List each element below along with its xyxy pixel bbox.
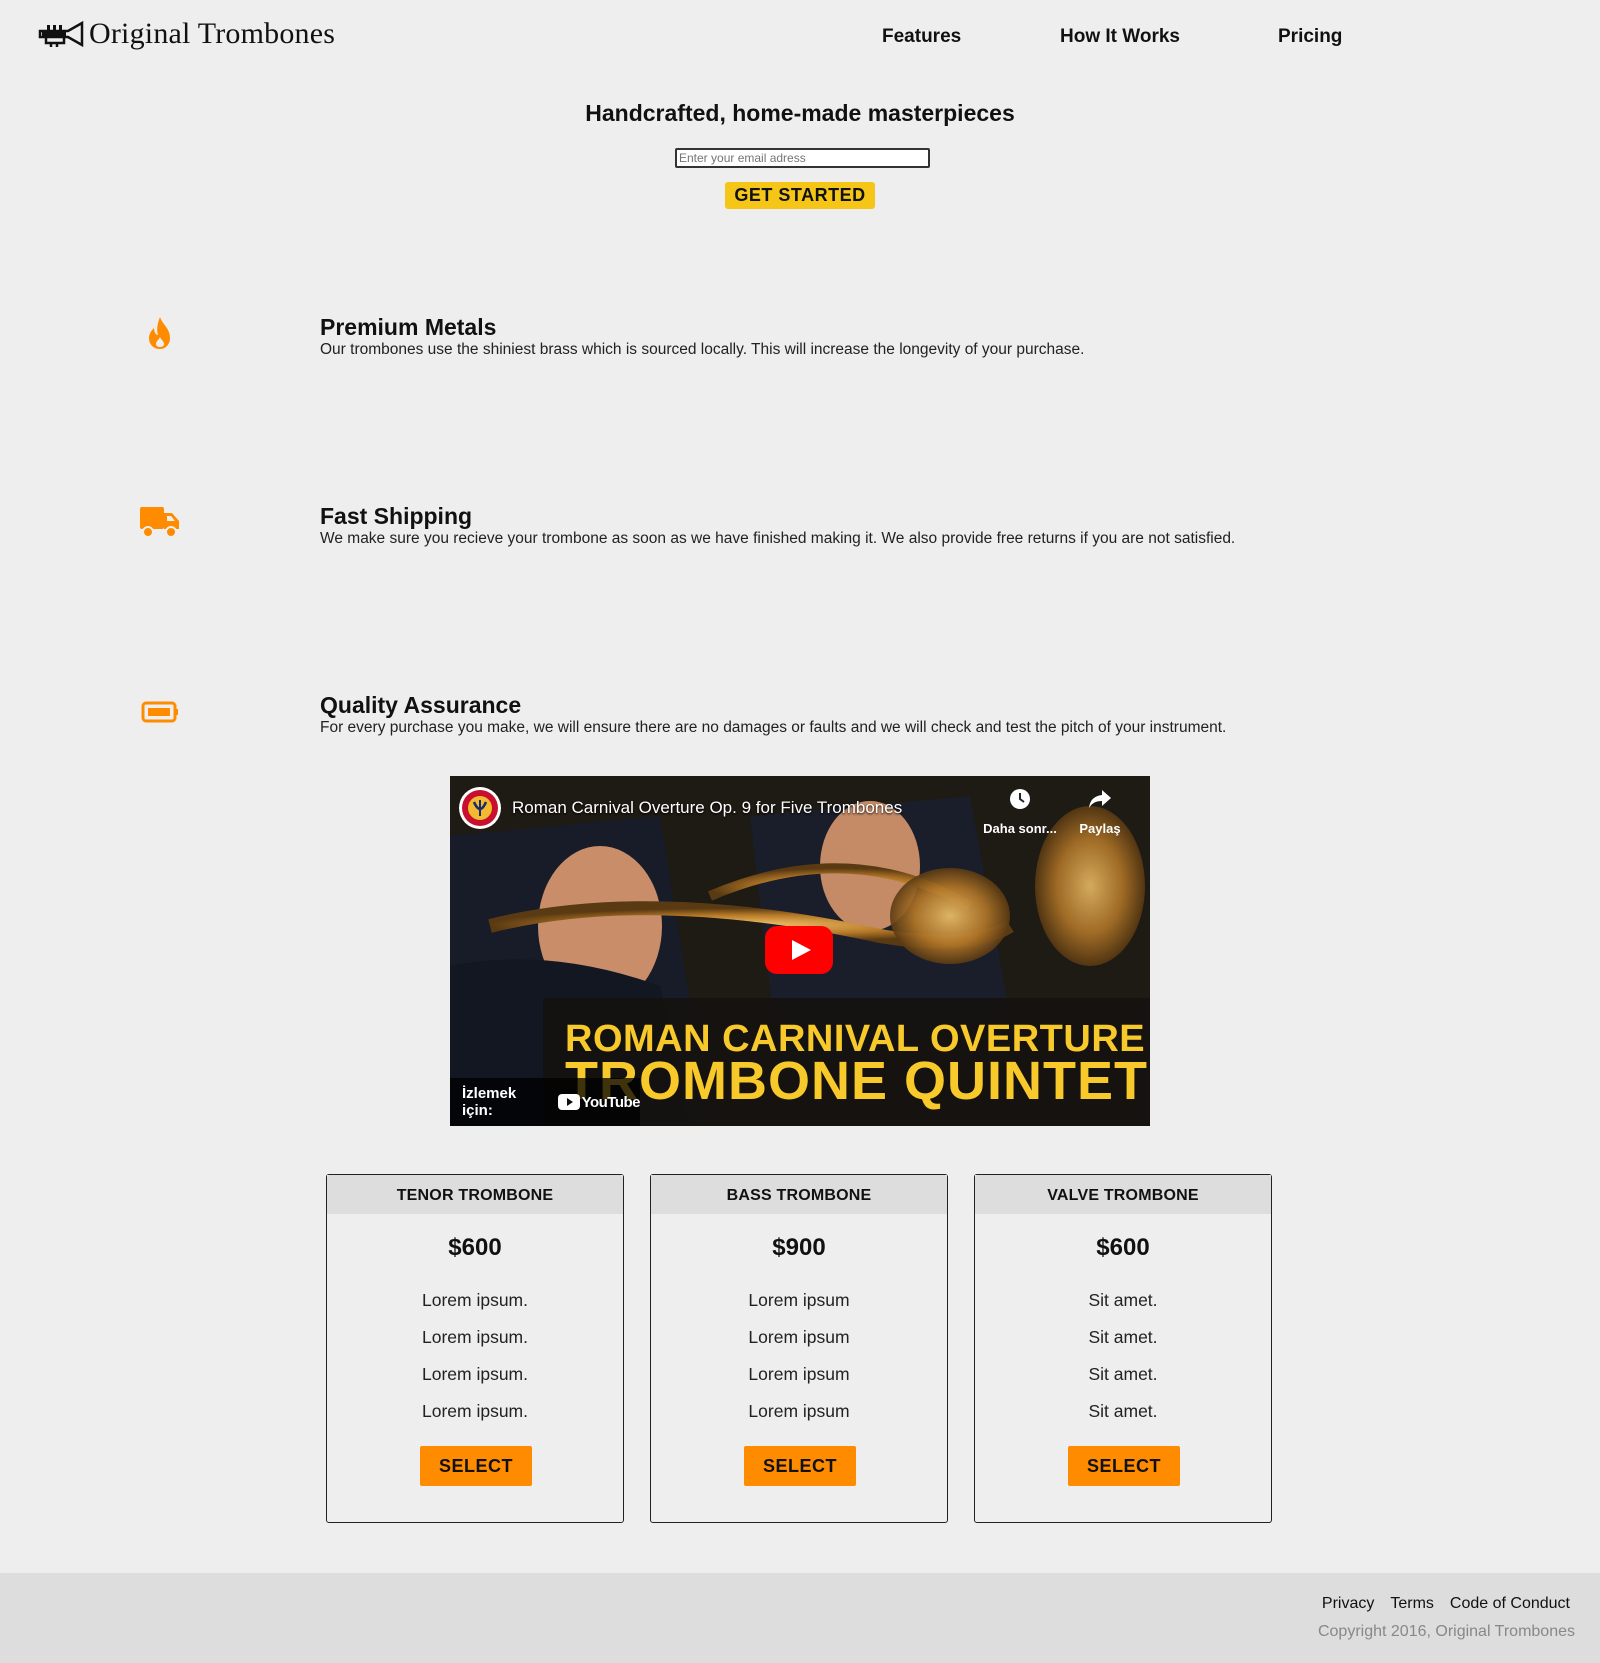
list-item: Sit amet.: [1088, 1290, 1158, 1310]
list-item: Lorem ipsum.: [421, 1401, 528, 1421]
copyright-text: Copyright 2016, Original Trombones: [1317, 1623, 1575, 1640]
nav-link-pricing[interactable]: Pricing: [1278, 26, 1342, 48]
select-button-tenor[interactable]: SELECT: [420, 1446, 532, 1486]
list-item: Sit amet.: [1088, 1401, 1158, 1421]
share-icon: [1089, 790, 1111, 808]
watch-later-button[interactable]: Daha sonr...: [980, 788, 1060, 836]
card-feature-list: Lorem ipsum Lorem ipsum Lorem ipsum Lore…: [651, 1282, 947, 1430]
list-item: Lorem ipsum.: [421, 1290, 528, 1310]
feature-description: We make sure you recieve your trombone a…: [320, 530, 1236, 547]
battery-icon: [141, 701, 178, 723]
share-button[interactable]: Paylaş: [1070, 788, 1130, 836]
youtube-logo-text: YouTube: [581, 1093, 641, 1111]
card-feature-list: Lorem ipsum. Lorem ipsum. Lorem ipsum. L…: [327, 1282, 623, 1430]
list-item: Sit amet.: [1088, 1364, 1158, 1384]
feature-description: For every purchase you make, we will ens…: [320, 719, 1227, 736]
list-item: Lorem ipsum: [748, 1401, 850, 1421]
hero-title: Handcrafted, home-made masterpieces: [585, 100, 1015, 126]
footer-link-privacy[interactable]: Privacy: [1322, 1595, 1374, 1613]
list-item: Lorem ipsum.: [421, 1364, 528, 1384]
feature-title: Premium Metals: [320, 314, 497, 340]
nav-link-how-it-works[interactable]: How It Works: [1060, 26, 1180, 48]
banner-line-2: TROMBONE QUINTET: [565, 1051, 1148, 1111]
feature-title: Fast Shipping: [320, 503, 473, 529]
site-footer: Privacy Terms Code of Conduct Copyright …: [0, 1573, 1600, 1663]
footer-link-terms[interactable]: Terms: [1390, 1595, 1434, 1613]
video-embed[interactable]: Roman Carnival Overture Op. 9 for Five T…: [450, 776, 1150, 1126]
list-item: Sit amet.: [1088, 1327, 1158, 1347]
email-input[interactable]: [675, 148, 930, 168]
video-title[interactable]: Roman Carnival Overture Op. 9 for Five T…: [512, 798, 902, 818]
feature-description: Our trombones use the shiniest brass whi…: [320, 341, 1085, 358]
feature-quality-assurance: Quality Assurance For every purchase you…: [0, 692, 1600, 752]
truck-icon: [140, 507, 179, 538]
list-item: Lorem ipsum: [748, 1364, 850, 1384]
nav-link-features[interactable]: Features: [882, 26, 961, 48]
pricing-card-valve: VALVE TROMBONE $600 Sit amet. Sit amet. …: [974, 1174, 1272, 1523]
footer-link-code-of-conduct[interactable]: Code of Conduct: [1450, 1595, 1570, 1613]
feature-premium-metals: Premium Metals Our trombones use the shi…: [0, 314, 1600, 374]
watch-on-label: İzlemek için:: [462, 1085, 517, 1119]
watch-on-youtube[interactable]: İzlemek için: YouTube: [450, 1078, 641, 1126]
feature-text: Quality Assurance For every purchase you…: [320, 692, 1226, 738]
pricing-card-bass: BASS TROMBONE $900 Lorem ipsum Lorem ips…: [650, 1174, 948, 1523]
watch-later-label: Daha sonr...: [983, 821, 1057, 836]
channel-logo-icon[interactable]: [458, 786, 502, 830]
list-item: Lorem ipsum.: [421, 1327, 528, 1347]
card-feature-list: Sit amet. Sit amet. Sit amet. Sit amet.: [975, 1282, 1271, 1430]
main-nav: Features How It Works Pricing: [0, 26, 1600, 52]
card-title: VALVE TROMBONE: [975, 1175, 1271, 1214]
site-header: Original Trombones Features How It Works…: [0, 0, 1600, 75]
select-button-bass[interactable]: SELECT: [744, 1446, 856, 1486]
card-price: $600: [448, 1234, 502, 1261]
list-item: Lorem ipsum: [748, 1290, 850, 1310]
get-started-button[interactable]: GET STARTED: [725, 182, 875, 209]
card-title: BASS TROMBONE: [651, 1175, 947, 1214]
play-icon[interactable]: [765, 926, 833, 974]
feature-text: Premium Metals Our trombones use the shi…: [320, 314, 1084, 360]
hero-section: Handcrafted, home-made masterpieces GET …: [0, 100, 1600, 209]
clock-icon: [1010, 789, 1030, 809]
card-title: TENOR TROMBONE: [327, 1175, 623, 1214]
share-label: Paylaş: [1079, 821, 1121, 836]
card-price: $600: [1096, 1234, 1150, 1261]
list-item: Lorem ipsum: [748, 1327, 850, 1347]
pricing-card-tenor: TENOR TROMBONE $600 Lorem ipsum. Lorem i…: [326, 1174, 624, 1523]
fire-icon: [149, 317, 170, 349]
feature-text: Fast Shipping We make sure you recieve y…: [320, 503, 1235, 549]
card-price: $900: [772, 1234, 826, 1261]
youtube-logo: YouTube: [557, 1093, 641, 1111]
feature-fast-shipping: Fast Shipping We make sure you recieve y…: [0, 503, 1600, 563]
youtube-icon: [557, 1094, 580, 1110]
feature-title: Quality Assurance: [320, 692, 522, 718]
footer-links: Privacy Terms Code of Conduct: [1306, 1595, 1570, 1613]
select-button-valve[interactable]: SELECT: [1068, 1446, 1180, 1486]
